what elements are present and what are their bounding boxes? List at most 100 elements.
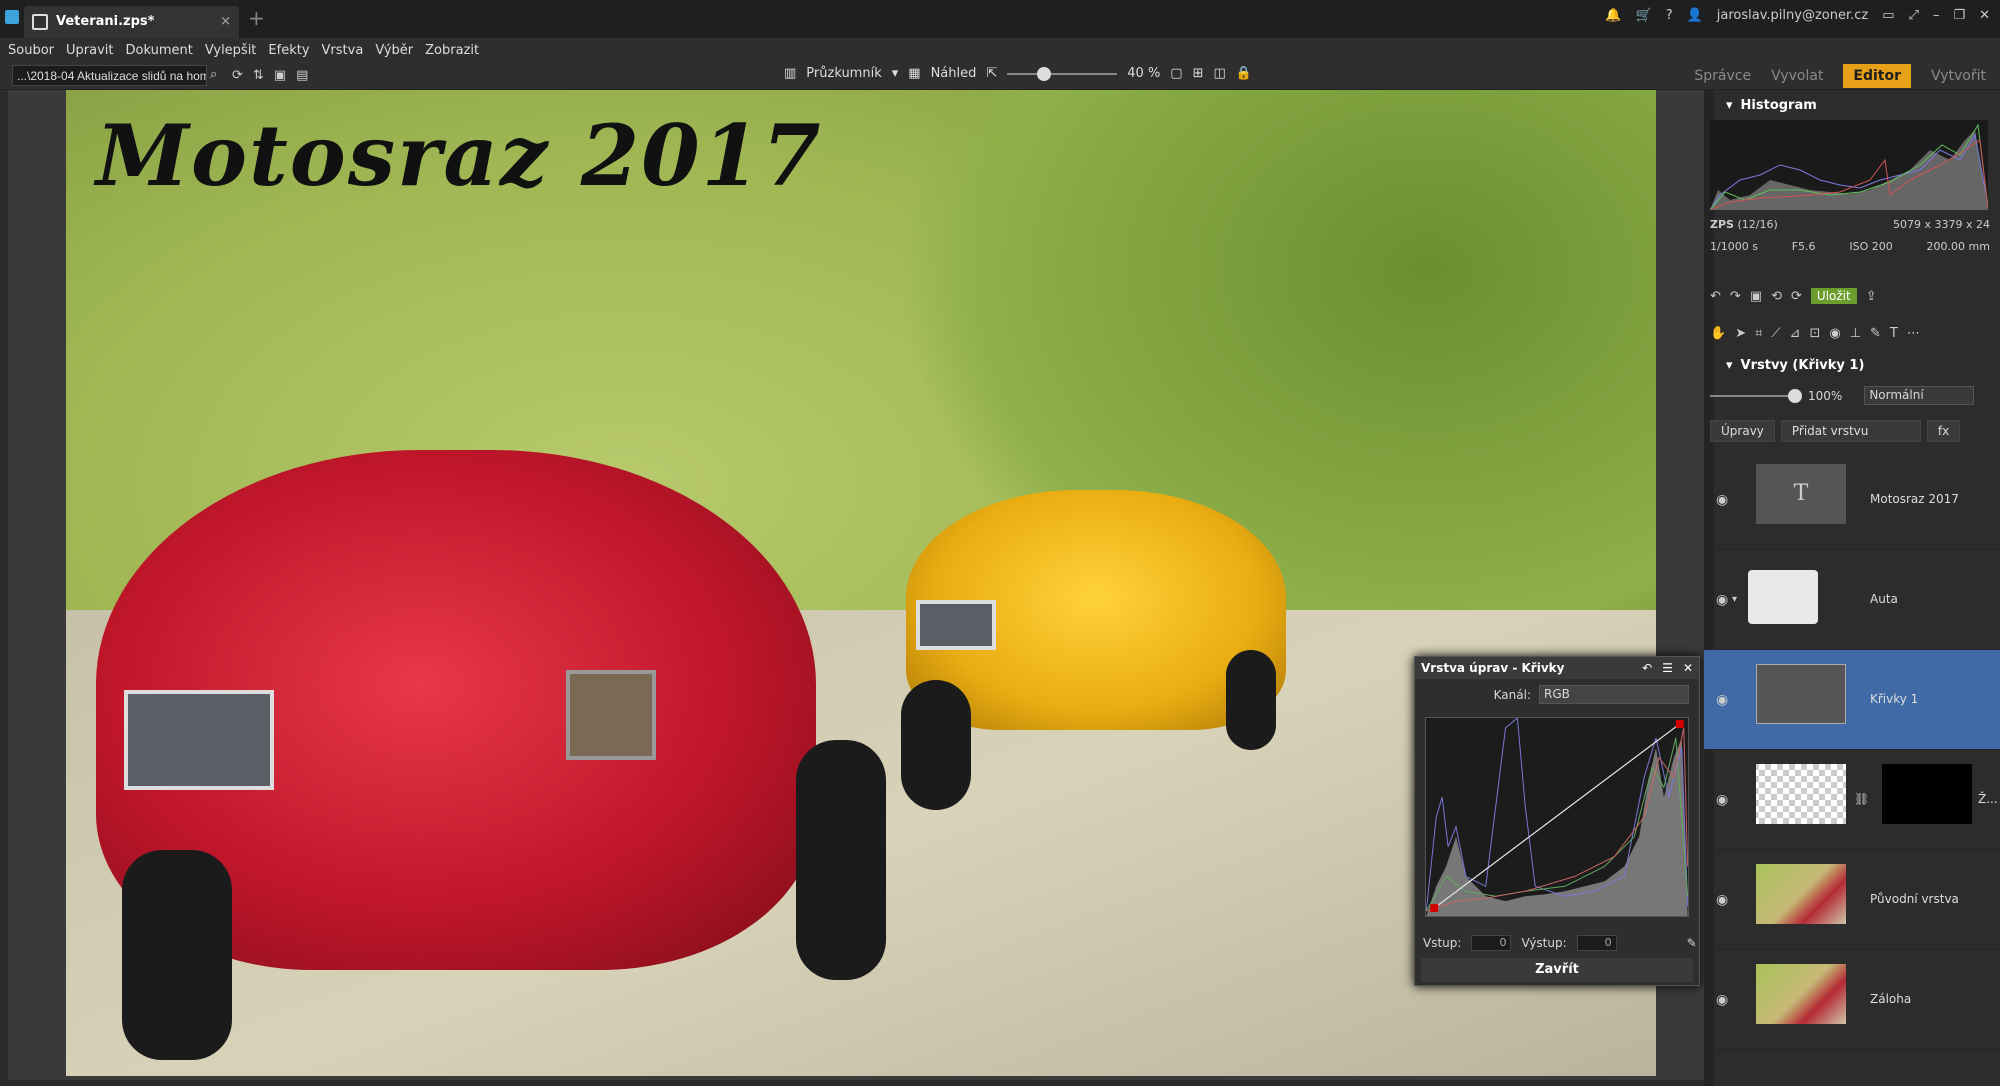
crop-icon[interactable]: ⟳ [1791,289,1802,304]
mode-manager[interactable]: Správce [1694,68,1751,84]
blend-mode-select[interactable]: Normální [1864,386,1975,405]
maximize-icon[interactable]: ❐ [1953,8,1965,23]
opacity-value: 100% [1808,388,1843,403]
menu-item-efekty[interactable]: Efekty [268,43,309,58]
menu-item-zobrazit[interactable]: Zobrazit [425,43,479,58]
zoom-slider-knob[interactable] [1036,66,1051,81]
actual-size-icon[interactable]: ⊞ [1193,66,1204,81]
preview-button[interactable]: Náhled [931,66,977,81]
menu-item-soubor[interactable]: Soubor [8,43,54,58]
channel-select[interactable]: RGB [1539,685,1689,704]
visibility-eye-icon[interactable]: ◉ [1716,692,1728,708]
histogram-collapse-icon[interactable]: ▾ [1726,98,1733,113]
menu-item-vylepsit[interactable]: Vylepšit [205,43,257,58]
layer-row[interactable]: ◉ Křivky 1 [1704,650,2000,750]
adjustments-button[interactable]: Úpravy [1710,420,1775,442]
brush-icon[interactable]: ✎ [1870,326,1881,341]
lock-icon[interactable]: 🔒 [1236,66,1252,81]
image-icon[interactable]: ▣ [1750,289,1762,304]
canvas-title-text[interactable]: Motosraz 2017 [96,106,823,205]
layers-collapse-icon[interactable]: ▾ [1726,358,1733,373]
mode-develop[interactable]: Vyvolat [1771,68,1823,84]
menu-item-upravit[interactable]: Upravit [66,43,113,58]
aperture: F5.6 [1791,240,1816,253]
layer-row[interactable]: ◉ ⛓ Ž... [1704,750,2000,850]
mask-link-icon[interactable]: ⛓ [1854,792,1869,806]
text-tool-icon[interactable]: T [1890,326,1898,341]
curve-point-white[interactable] [1675,719,1684,728]
rotate-icon[interactable]: ⟲ [1771,289,1782,304]
help-button[interactable]: ? [1666,8,1673,23]
layer-row[interactable]: ◉ Původní vrstva [1704,850,2000,950]
dialog-close-icon[interactable]: ✕ [1683,661,1693,675]
layer-row[interactable]: ◉ Záloha [1704,950,2000,1050]
visibility-eye-icon[interactable]: ◉ [1716,492,1728,508]
close-tab-icon[interactable]: × [220,6,231,38]
path-input[interactable] [12,65,207,86]
more-tools-icon[interactable]: ⋯ [1907,326,1920,341]
visibility-eye-icon[interactable]: ◉ [1716,792,1728,808]
output-field[interactable]: 0 [1576,935,1617,951]
input-field[interactable]: 0 [1471,935,1512,951]
red-car-plate-right [566,670,656,760]
stamp-icon[interactable]: ⊥ [1850,326,1861,341]
share-icon[interactable]: ⇪ [1866,289,1877,304]
perspective-icon[interactable]: ⟋ [1771,326,1780,341]
layer-mask-thumb[interactable] [1882,764,1972,824]
folder-icon[interactable]: ▤ [296,68,308,83]
hand-icon[interactable]: ✋ [1710,326,1726,341]
layers-section-header[interactable]: ▾ Vrstvy (Křivky 1) [1714,354,2000,376]
search-icon[interactable]: ⌕ [210,67,217,82]
eye-tool-icon[interactable]: ◉ [1829,326,1840,341]
crop-tool-icon[interactable]: ⌗ [1755,326,1762,341]
user-icon[interactable]: 👤 [1687,8,1703,23]
menu-item-vyber[interactable]: Výběr [375,43,413,58]
external-window-icon[interactable]: ⇱ [986,66,997,81]
new-tab-button[interactable]: + [248,6,265,30]
layer-row[interactable]: ◉ ▾ Auta [1704,550,2000,650]
group-expand-icon[interactable]: ▾ [1732,594,1737,605]
opacity-knob[interactable] [1788,388,1802,403]
pointer-icon[interactable]: ➤ [1735,326,1746,341]
sort-icon[interactable]: ⇅ [253,68,264,83]
monitor-icon[interactable]: ▭ [1882,8,1894,23]
fullscreen-icon[interactable]: ⤢ [1909,8,1919,23]
visibility-eye-icon[interactable]: ◉ [1716,892,1728,908]
fit-icon[interactable]: ▢ [1170,66,1182,81]
menu-icon[interactable]: ☰ [1662,661,1673,675]
document-tab[interactable]: Veterani.zps* × [24,6,239,38]
transform-icon[interactable]: ⊡ [1809,326,1820,341]
straighten-icon[interactable]: ⊿ [1790,326,1801,341]
refresh-icon[interactable]: ⟳ [232,68,243,83]
notification-icon[interactable]: 🔔 [1605,8,1621,23]
fx-button[interactable]: fx [1926,420,1961,442]
redo-icon[interactable]: ↷ [1730,289,1741,304]
histogram-section-header[interactable]: ▾ Histogram [1714,94,2000,116]
undo-icon[interactable]: ↶ [1710,289,1721,304]
folder-up-icon[interactable]: ▣ [274,68,286,83]
close-window-icon[interactable]: ✕ [1979,8,1990,23]
close-button[interactable]: Zavřít [1421,958,1693,982]
explorer-button[interactable]: Průzkumník [806,66,881,81]
mode-create[interactable]: Vytvořit [1931,68,1986,84]
layer-row[interactable]: ◉ T Motosraz 2017 [1704,450,2000,550]
zoom-slider[interactable] [1007,66,1118,81]
save-button[interactable]: Uložit [1810,288,1857,304]
visibility-eye-icon[interactable]: ◉ [1716,592,1728,608]
reset-icon[interactable]: ↶ [1642,661,1652,675]
curves-graph[interactable] [1425,717,1689,917]
mode-editor[interactable]: Editor [1843,64,1912,88]
compare-icon[interactable]: ◫ [1214,66,1226,81]
account-label[interactable]: jaroslav.pilny@zoner.cz [1717,8,1868,23]
opacity-slider[interactable] [1710,388,1802,403]
explorer-dropdown-icon[interactable]: ▾ [892,66,899,81]
menu-item-dokument[interactable]: Dokument [125,43,192,58]
curve-point-black[interactable] [1430,904,1439,913]
cart-icon[interactable]: 🛒 [1636,8,1652,23]
curve-layer-thumb-icon [1756,664,1846,724]
add-layer-button[interactable]: Přidat vrstvu [1780,420,1921,442]
minimize-icon[interactable]: – [1933,8,1940,23]
eyedropper-icon[interactable]: ✎ [1687,936,1697,950]
menu-item-vrstva[interactable]: Vrstva [322,43,364,58]
visibility-eye-icon[interactable]: ◉ [1716,992,1728,1008]
